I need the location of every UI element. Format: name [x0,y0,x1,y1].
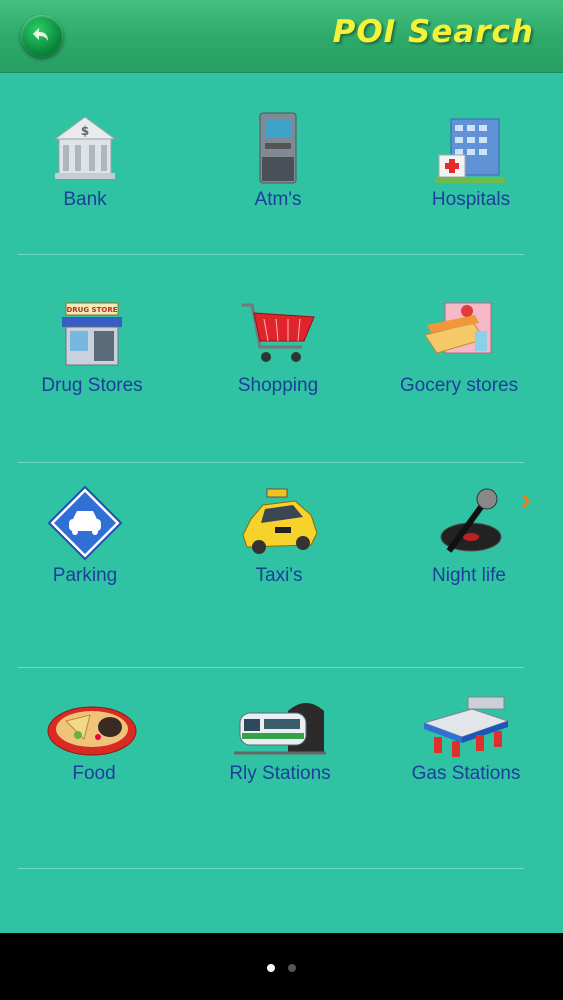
pager-dot-active[interactable] [267,964,275,972]
category-label: Parking [52,565,118,586]
category-night-life[interactable]: Night life [379,485,559,587]
parking-icon [47,485,123,561]
row-divider [18,667,524,668]
category-gas-stations[interactable]: Gas Stations [376,693,556,785]
category-label: Gocery stores [399,375,519,396]
category-label: Atm's [254,189,302,210]
category-label: Gas Stations [411,763,521,784]
category-food[interactable]: Food [4,693,184,785]
grocery-store-icon [424,302,492,354]
category-parking[interactable]: Parking [0,485,175,587]
category-label: Rly Stations [229,763,331,784]
category-hospitals[interactable]: Hospitals [381,109,561,211]
category-bank[interactable]: $ Bank [0,109,170,211]
category-label: Night life [432,565,506,586]
hospital-icon [435,118,505,183]
category-label: Bank [63,189,107,210]
category-grocery-stores[interactable]: Gocery stores [369,295,549,397]
category-drug-stores[interactable]: DRUG STORE Drug Stores [2,295,182,397]
train-icon [234,703,326,755]
pager-bar [0,933,563,1000]
next-page-chevron-icon[interactable]: › [521,483,531,517]
row-divider [18,868,524,869]
drug-store-icon: DRUG STORE [62,302,122,366]
category-label: Shopping [237,375,319,396]
back-button[interactable] [21,15,63,57]
shopping-cart-icon [242,303,315,362]
page-title: POI Search [332,14,534,50]
category-label: Drug Stores [41,375,143,396]
svg-text:DRUG STORE: DRUG STORE [66,306,117,314]
category-shopping[interactable]: Shopping [188,295,368,397]
svg-text:$: $ [81,124,89,138]
back-arrow-icon [33,28,48,41]
gas-station-icon [422,696,510,757]
bank-icon: $ [53,116,117,179]
category-taxis[interactable]: Taxi's [189,485,369,587]
microphone-icon [440,488,502,553]
category-rly-stations[interactable]: Rly Stations [190,693,370,785]
row-divider [18,462,524,463]
pager-dot[interactable] [288,964,296,972]
taxi-icon [242,488,318,554]
atm-icon [259,112,297,184]
row-divider [18,254,524,255]
category-atm[interactable]: Atm's [188,109,368,211]
food-icon [47,706,137,756]
category-label: Hospitals [431,189,511,210]
category-label: Food [72,763,116,784]
header-bar: POI Search [0,0,563,73]
category-label: Taxi's [255,565,303,586]
